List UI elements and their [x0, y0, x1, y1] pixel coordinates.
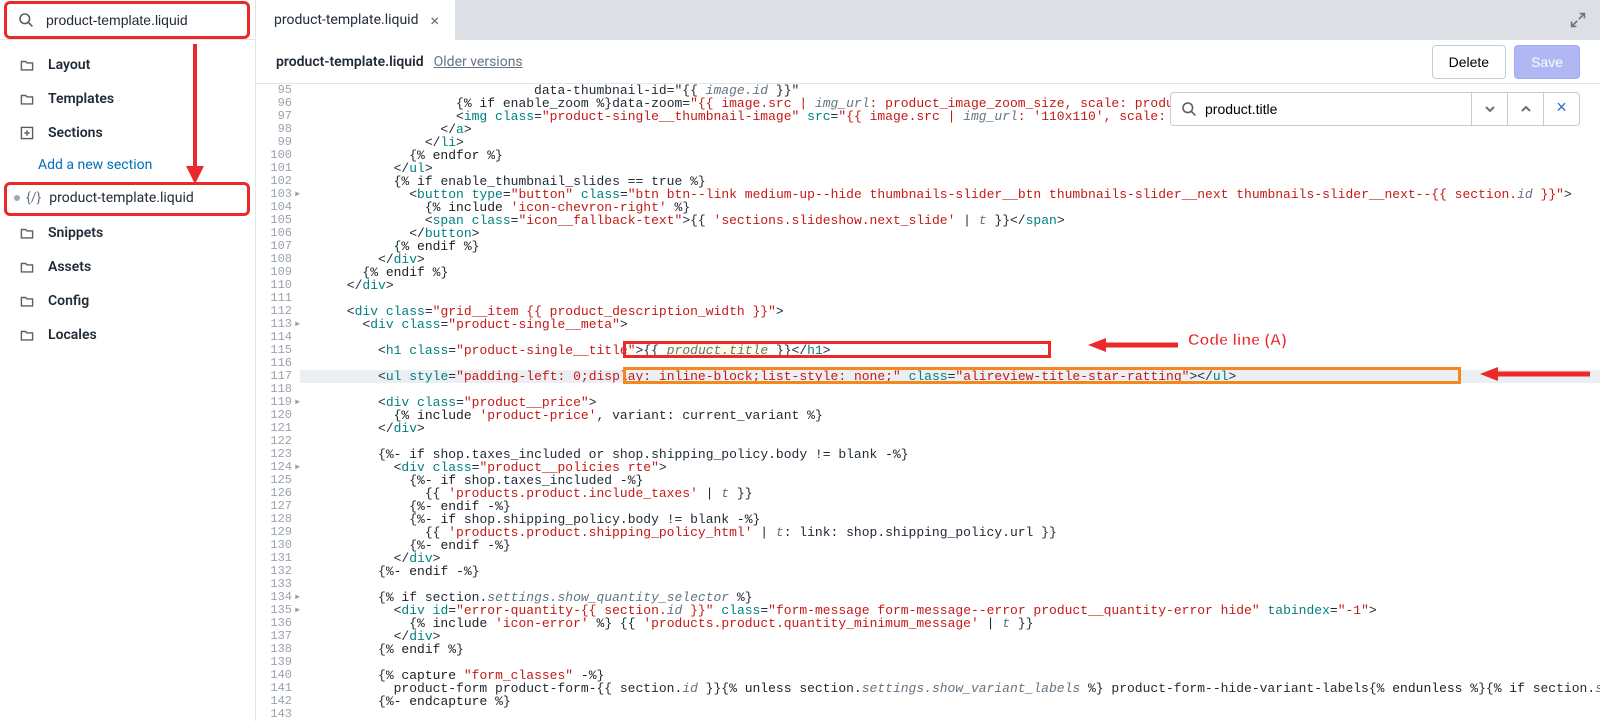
- sidebar-item-layout[interactable]: Layout: [0, 48, 255, 82]
- sidebar-item-label: Assets: [48, 259, 91, 275]
- tab-close-icon[interactable]: ×: [430, 11, 439, 30]
- gutter: 9596979899100101102103▸10410510610710810…: [256, 84, 300, 721]
- sidebar-item-config[interactable]: Config: [0, 284, 255, 318]
- delete-button[interactable]: Delete: [1432, 45, 1506, 79]
- sidebar-file[interactable]: {/} product-template.liquid: [0, 180, 255, 216]
- sidebar-search-input[interactable]: [46, 12, 241, 28]
- code-line[interactable]: {% endif %}: [300, 240, 1600, 253]
- folder-icon: [18, 226, 36, 240]
- editor-search-input[interactable]: [1205, 101, 1461, 117]
- code-line[interactable]: <h1 class="product-single__title">{{ pro…: [300, 344, 1600, 357]
- code-line[interactable]: <span class="icon__fallback-text">{{ 'se…: [300, 214, 1600, 227]
- expand-button[interactable]: [1564, 6, 1592, 34]
- expand-icon: [1570, 12, 1586, 28]
- older-versions-link[interactable]: Older versions: [434, 54, 523, 70]
- search-next-button[interactable]: [1471, 93, 1507, 125]
- code-line[interactable]: </button>: [300, 227, 1600, 240]
- sidebar-search: [0, 0, 255, 40]
- sidebar-item-label: Snippets: [48, 225, 103, 241]
- save-button[interactable]: Save: [1514, 45, 1580, 79]
- code-line[interactable]: </div>: [300, 630, 1600, 643]
- code-line[interactable]: {% endfor %}: [300, 149, 1600, 162]
- folder-icon: [18, 92, 36, 106]
- code-line[interactable]: {% include 'icon-error' %} {{ 'products.…: [300, 617, 1600, 630]
- sidebar-item-label: Templates: [48, 91, 114, 107]
- code-line[interactable]: <ul style="padding-left: 0;display: inli…: [300, 370, 1600, 383]
- code-line[interactable]: [300, 708, 1600, 721]
- sidebar-item-snippets[interactable]: Snippets: [0, 216, 255, 250]
- file-header: product-template.liquid Older versions D…: [256, 40, 1600, 84]
- search-icon: [1181, 101, 1197, 117]
- code-area[interactable]: data-thumbnail-id="{{ image.id }}" {% if…: [300, 84, 1600, 721]
- sidebar-item-sections[interactable]: Sections: [0, 116, 255, 150]
- search-prev-button[interactable]: [1507, 93, 1543, 125]
- code-line[interactable]: {% endif %}: [300, 643, 1600, 656]
- editor-search: ×: [1170, 92, 1580, 126]
- folder-icon: [18, 58, 36, 72]
- add-section-link[interactable]: Add a new section: [0, 150, 255, 180]
- sidebar-item-label: Locales: [48, 327, 97, 343]
- tab-strip: product-template.liquid ×: [256, 0, 1600, 40]
- liquid-file-icon: {/}: [26, 190, 41, 206]
- modified-dot-icon: [14, 195, 20, 201]
- sidebar-item-label: Sections: [48, 125, 103, 141]
- sidebar-nav: Layout Templates Sections Add a new section…: [0, 40, 255, 352]
- tab-active[interactable]: product-template.liquid ×: [256, 0, 455, 40]
- sidebar: Layout Templates Sections Add a new section…: [0, 0, 256, 721]
- sidebar-item-templates[interactable]: Templates: [0, 82, 255, 116]
- header-actions: Delete Save: [1432, 45, 1580, 79]
- code-line[interactable]: {%- endcapture %}: [300, 695, 1600, 708]
- code-line[interactable]: </div>: [300, 552, 1600, 565]
- tab-label: product-template.liquid: [274, 12, 418, 28]
- search-close-button[interactable]: ×: [1543, 93, 1579, 125]
- code-line[interactable]: {% include 'product-price', variant: cur…: [300, 409, 1600, 422]
- search-icon: [18, 12, 34, 28]
- sidebar-item-assets[interactable]: Assets: [0, 250, 255, 284]
- file-name: product-template.liquid: [276, 54, 424, 70]
- folder-icon: [18, 328, 36, 342]
- file-label: product-template.liquid: [49, 190, 193, 206]
- code-line[interactable]: {%- endif -%}: [300, 565, 1600, 578]
- sidebar-item-label: Layout: [48, 57, 90, 73]
- code-line[interactable]: {%- endif -%}: [300, 539, 1600, 552]
- sidebar-item-locales[interactable]: Locales: [0, 318, 255, 352]
- sidebar-item-label: Config: [48, 293, 89, 309]
- chevron-down-icon: [1484, 103, 1496, 115]
- code-line[interactable]: {% endif %}: [300, 266, 1600, 279]
- folder-icon: [18, 294, 36, 308]
- folder-icon: [18, 126, 36, 140]
- code-line[interactable]: <div class="product-single__meta">: [300, 318, 1600, 331]
- code-line[interactable]: </div>: [300, 422, 1600, 435]
- code-line[interactable]: </div>: [300, 253, 1600, 266]
- code-line[interactable]: </div>: [300, 279, 1600, 292]
- chevron-up-icon: [1520, 103, 1532, 115]
- code-editor[interactable]: 9596979899100101102103▸10410510610710810…: [256, 84, 1600, 721]
- folder-icon: [18, 260, 36, 274]
